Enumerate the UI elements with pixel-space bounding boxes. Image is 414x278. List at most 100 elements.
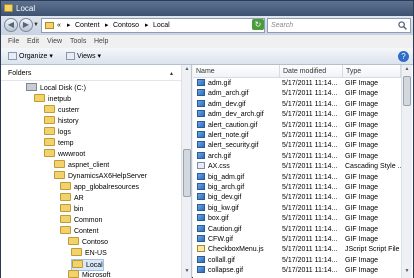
column-date-modified[interactable]: Date modified	[280, 65, 343, 78]
file-row[interactable]: box.gif 5/17/2011 11:14... GIF Image	[193, 214, 401, 224]
refresh-button[interactable]: ↻	[252, 19, 264, 30]
menu-edit[interactable]: Edit	[27, 38, 39, 46]
help-icon[interactable]: ?	[398, 51, 409, 62]
menu-tools[interactable]: Tools	[70, 38, 86, 46]
nav-scrollbar[interactable]: ▲ ▼	[181, 65, 191, 278]
tree-item[interactable]: Microsoft	[68, 270, 110, 278]
scroll-up-icon[interactable]: ▲	[183, 66, 191, 75]
file-row[interactable]: CheckboxMenu.js 5/17/2011 11:14... JScript…	[193, 245, 401, 255]
command-bar: Organize ▾ Views ▾ ?	[1, 48, 413, 65]
title-bar[interactable]: Local	[1, 1, 413, 16]
chevron-right-icon[interactable]: ▸	[67, 21, 71, 31]
file-type: GIF Image	[345, 152, 379, 160]
scroll-down-icon[interactable]: ▼	[183, 268, 191, 277]
tree-item-label: AR	[74, 195, 84, 202]
file-date: 5/17/2011 11:14...	[282, 142, 338, 150]
file-row[interactable]: AX.css 5/17/2011 11:14... Cascading Style …	[193, 162, 401, 172]
file-row[interactable]: collall.gif 5/17/2011 11:14... GIF Image	[193, 255, 401, 266]
file-name: alert_caution.gif	[208, 121, 258, 129]
back-arrow-icon: ◀	[7, 20, 15, 29]
tree-item-label: app_globalresources	[74, 184, 139, 191]
tree-item-label: custerr	[58, 107, 80, 114]
file-row[interactable]: big_arch.gif 5/17/2011 11:14... GIF Image	[193, 183, 401, 193]
file-type: JScript Script File	[345, 246, 400, 254]
gif-file-icon	[197, 214, 205, 222]
file-type: GIF Image	[345, 256, 379, 264]
file-row[interactable]: adm_dev_arch.gif 5/17/2011 11:14... GIF Im…	[193, 110, 401, 120]
organize-label: Organize	[19, 53, 48, 60]
gif-file-icon	[197, 141, 205, 149]
chevron-right-icon[interactable]: ▸	[105, 21, 109, 31]
file-row[interactable]: Caution.gif 5/17/2011 11:14... GIF Image	[193, 224, 401, 235]
column-type[interactable]: Type	[343, 65, 401, 78]
back-button[interactable]: ◀	[4, 18, 18, 32]
breadcrumb-contoso[interactable]: Contoso	[113, 21, 139, 31]
file-date: 5/17/2011 11:14...	[282, 152, 338, 160]
scroll-down-icon[interactable]: ▼	[403, 268, 411, 277]
folder-icon	[71, 248, 82, 256]
file-name-cell: adm.gif	[197, 79, 281, 89]
file-type: GIF Image	[345, 225, 379, 233]
search-icon[interactable]	[398, 21, 407, 30]
folder-icon	[60, 215, 71, 223]
file-date: 5/17/2011 11:14...	[282, 194, 338, 202]
folder-icon	[72, 260, 83, 268]
chevron-down-icon: ▾	[97, 53, 102, 60]
folder-icon	[44, 127, 55, 135]
file-date: 5/17/2011 11:14...	[282, 204, 338, 212]
file-scroll-thumb[interactable]	[403, 76, 411, 106]
file-row[interactable]: big_adm.gif 5/17/2011 11:14... GIF Image	[193, 172, 401, 183]
file-row[interactable]: big_dev.gif 5/17/2011 11:14... GIF Image	[193, 193, 401, 203]
scroll-up-icon[interactable]: ▲	[403, 66, 411, 75]
tree-item-label: wwwroot	[58, 151, 86, 158]
menu-file[interactable]: File	[8, 38, 19, 46]
file-name: Caution.gif	[208, 225, 242, 233]
file-date: 5/17/2011 11:14...	[282, 215, 338, 223]
file-name-cell: adm_arch.gif	[197, 89, 281, 99]
folders-header[interactable]: Folders ▴	[1, 65, 181, 81]
file-row[interactable]: adm_arch.gif 5/17/2011 11:14... GIF Image	[193, 89, 401, 99]
file-row[interactable]: alert_note.gif 5/17/2011 11:14... GIF Imag…	[193, 131, 401, 141]
file-row[interactable]: alert_caution.gif 5/17/2011 11:14... GIF I…	[193, 120, 401, 131]
file-date: 5/17/2011 11:14...	[282, 163, 338, 171]
file-name-cell: alert_security.gif	[197, 141, 281, 151]
file-date: 5/17/2011 11:14...	[282, 121, 338, 129]
file-row[interactable]: alert_security.gif 5/17/2011 11:14... GIF …	[193, 141, 401, 151]
file-name: collall.gif	[208, 256, 235, 264]
tree-item-label: Contoso	[82, 239, 109, 246]
menu-view[interactable]: View	[47, 38, 62, 46]
forward-button[interactable]: ▶	[19, 18, 33, 32]
file-row[interactable]: adm.gif 5/17/2011 11:14... GIF Image	[193, 79, 401, 89]
address-box[interactable]: « ▸ Content ▸ Contoso ▸ Local ▼	[41, 18, 265, 33]
breadcrumb-content[interactable]: Content	[75, 21, 100, 31]
file-row[interactable]: CFW.gif 5/17/2011 11:14... GIF Image	[193, 235, 401, 245]
file-row[interactable]: big_kw.gif 5/17/2011 11:14... GIF Image	[193, 203, 401, 214]
views-button[interactable]: Views ▾	[66, 51, 101, 62]
history-dropdown-icon[interactable]: ▼	[33, 21, 40, 29]
breadcrumb-local[interactable]: Local	[153, 21, 170, 31]
tree-item-label: Content	[74, 228, 99, 235]
folder-icon	[54, 160, 65, 168]
gif-file-icon	[197, 183, 205, 190]
chevron-right-icon[interactable]: «	[57, 21, 61, 31]
menu-help[interactable]: Help	[94, 38, 108, 46]
tree-item-label: EN-US	[85, 250, 107, 257]
file-name: big_adm.gif	[208, 173, 245, 181]
folder-icon	[60, 204, 71, 212]
file-list-scrollbar[interactable]: ▲ ▼	[401, 65, 412, 278]
file-row[interactable]: adm_dev.gif 5/17/2011 11:14... GIF Image	[193, 99, 401, 110]
organize-button[interactable]: Organize ▾	[8, 51, 53, 62]
file-row[interactable]: collapse.gif 5/17/2011 11:14... GIF Image	[193, 266, 401, 276]
forward-arrow-icon: ▶	[22, 20, 30, 29]
column-name[interactable]: Name	[193, 65, 280, 78]
file-date: 5/17/2011 11:14...	[282, 173, 338, 181]
file-date: 5/17/2011 11:14...	[282, 236, 338, 243]
chevron-right-icon[interactable]: ▸	[145, 21, 149, 31]
file-row[interactable]: arch.gif 5/17/2011 11:14... GIF Image	[193, 151, 401, 162]
folder-icon	[60, 193, 71, 201]
views-icon	[66, 52, 75, 61]
nav-scroll-thumb[interactable]	[183, 149, 191, 197]
search-input[interactable]: Search	[267, 18, 411, 33]
file-date: 5/17/2011 11:14...	[282, 225, 338, 233]
chevron-up-icon[interactable]: ▴	[170, 70, 173, 77]
